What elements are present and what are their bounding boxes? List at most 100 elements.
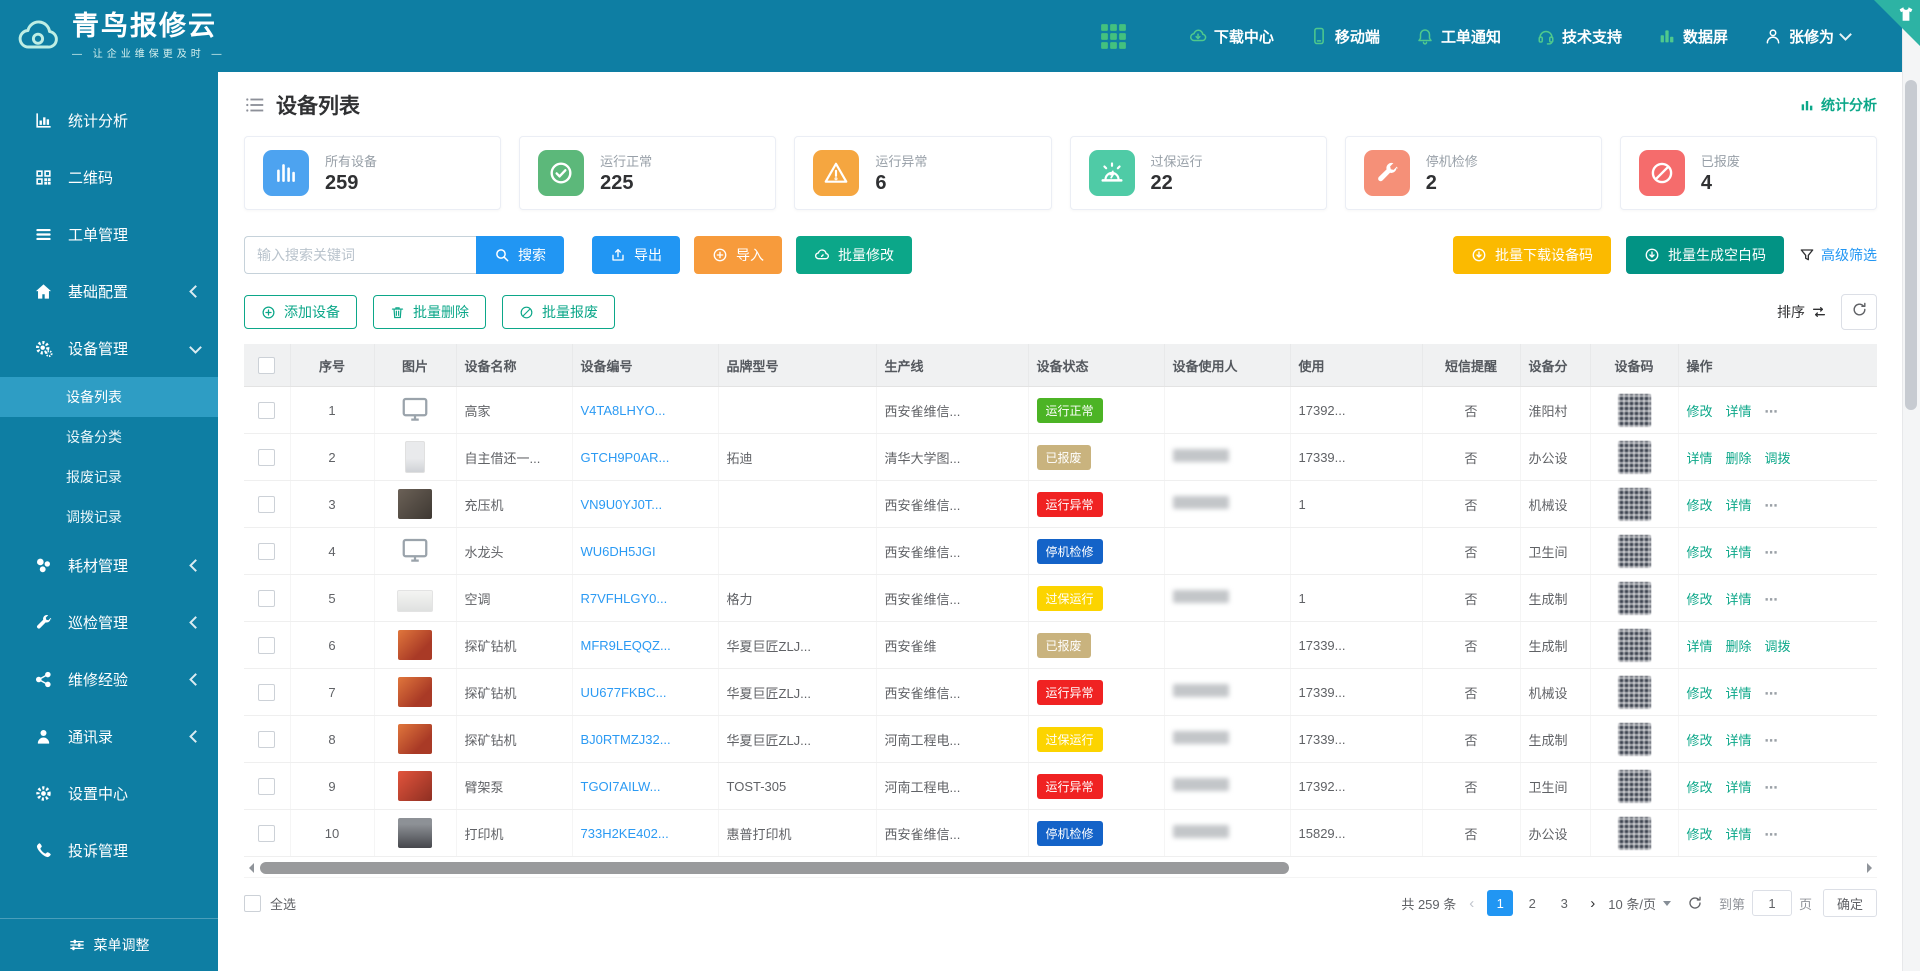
sidebar-item-repair-exp[interactable]: 维修经验 (0, 651, 218, 708)
sidebar-item-consumables[interactable]: 耗材管理 (0, 537, 218, 594)
page-scrollbar[interactable] (1902, 0, 1920, 971)
action-link[interactable]: 修改 (1687, 545, 1713, 560)
nav-item-work-order-notice[interactable]: 工单通知 (1416, 26, 1501, 47)
stat-card-all-devices[interactable]: 所有设备259 (244, 136, 501, 210)
page-scrollbar-thumb[interactable] (1905, 80, 1917, 410)
more-actions-button[interactable]: ⋯ (1765, 404, 1780, 419)
sidebar-item-stats[interactable]: 统计分析 (0, 92, 218, 149)
batch-generate-blank-codes-button[interactable]: 批量生成空白码 (1626, 236, 1784, 274)
row-checkbox[interactable] (258, 637, 275, 654)
action-link[interactable]: 删除 (1726, 451, 1752, 466)
qr-code-thumbnail[interactable] (1618, 582, 1651, 615)
stat-card-out-of-warranty[interactable]: 过保运行22 (1070, 136, 1327, 210)
action-link[interactable]: 详情 (1726, 404, 1752, 419)
device-code-link[interactable]: MFR9LEQQZ... (581, 638, 671, 653)
search-input[interactable] (244, 236, 476, 274)
action-link[interactable]: 详情 (1726, 733, 1752, 748)
row-checkbox[interactable] (258, 778, 275, 795)
action-link[interactable]: 修改 (1687, 498, 1713, 513)
action-link[interactable]: 修改 (1687, 592, 1713, 607)
action-link[interactable]: 调拨 (1765, 639, 1791, 654)
sidebar-item-device-mgmt[interactable]: 设备管理 (0, 320, 218, 377)
sidebar-item-complaints[interactable]: 投诉管理 (0, 822, 218, 879)
action-link[interactable]: 详情 (1726, 545, 1752, 560)
action-link[interactable]: 删除 (1726, 639, 1752, 654)
more-actions-button[interactable]: ⋯ (1765, 498, 1780, 513)
nav-item-tech-support[interactable]: 技术支持 (1537, 26, 1622, 47)
row-checkbox[interactable] (258, 825, 275, 842)
action-link[interactable]: 详情 (1687, 451, 1713, 466)
select-all-checkbox[interactable] (244, 895, 261, 912)
advanced-filter-link[interactable]: 高级筛选 (1799, 245, 1877, 265)
sidebar-subitem-scrap-records[interactable]: 报废记录 (0, 457, 218, 497)
action-link[interactable]: 调拨 (1765, 451, 1791, 466)
menu-adjust-button[interactable]: 菜单调整 (0, 918, 218, 971)
sort-button[interactable]: 排序 (1777, 302, 1827, 322)
page-jump-input[interactable] (1752, 890, 1792, 916)
action-link[interactable]: 修改 (1687, 780, 1713, 795)
stats-analysis-link[interactable]: 统计分析 (1799, 95, 1877, 115)
device-code-link[interactable]: R7VFHLGY0... (581, 591, 668, 606)
more-actions-button[interactable]: ⋯ (1765, 545, 1780, 560)
scroll-left-arrow-icon[interactable] (244, 863, 254, 873)
next-page-button[interactable]: › (1588, 895, 1597, 912)
sidebar-item-settings[interactable]: 设置中心 (0, 765, 218, 822)
device-code-link[interactable]: UU677FKBC... (581, 685, 667, 700)
row-checkbox[interactable] (258, 543, 275, 560)
stat-card-running-normal[interactable]: 运行正常225 (519, 136, 776, 210)
action-link[interactable]: 详情 (1726, 780, 1752, 795)
action-link[interactable]: 详情 (1687, 639, 1713, 654)
device-code-link[interactable]: WU6DH5JGI (581, 544, 656, 559)
sidebar-item-contacts[interactable]: 通讯录 (0, 708, 218, 765)
qr-code-thumbnail[interactable] (1618, 817, 1651, 850)
import-button[interactable]: 导入 (694, 236, 782, 274)
sidebar-subitem-device-category[interactable]: 设备分类 (0, 417, 218, 457)
batch-edit-button[interactable]: 批量修改 (796, 236, 912, 274)
action-link[interactable]: 修改 (1687, 404, 1713, 419)
qr-code-thumbnail[interactable] (1618, 394, 1651, 427)
app-logo[interactable]: 青鸟报修云 — 让企业维保更及时 — (0, 12, 296, 60)
add-device-button[interactable]: 添加设备 (244, 295, 357, 329)
action-link[interactable]: 修改 (1687, 686, 1713, 701)
qr-code-thumbnail[interactable] (1618, 770, 1651, 803)
action-link[interactable]: 详情 (1726, 827, 1752, 842)
more-actions-button[interactable]: ⋯ (1765, 686, 1780, 701)
refresh-pagination-button[interactable] (1682, 890, 1708, 916)
qr-code-thumbnail[interactable] (1618, 488, 1651, 521)
header-select-checkbox[interactable] (258, 357, 275, 374)
sidebar-item-inspection[interactable]: 巡检管理 (0, 594, 218, 651)
nav-item-mobile[interactable]: 移动端 (1310, 26, 1380, 47)
row-checkbox[interactable] (258, 590, 275, 607)
page-size-select[interactable]: 10 条/页 (1608, 894, 1671, 913)
sidebar-subitem-device-list[interactable]: 设备列表 (0, 377, 218, 417)
sidebar-item-base-config[interactable]: 基础配置 (0, 263, 218, 320)
qr-code-thumbnail[interactable] (1618, 629, 1651, 662)
row-checkbox[interactable] (258, 402, 275, 419)
page-button-1[interactable]: 1 (1487, 890, 1513, 916)
sidebar-subitem-transfer-records[interactable]: 调拨记录 (0, 497, 218, 537)
row-checkbox[interactable] (258, 496, 275, 513)
device-code-link[interactable]: TGOI7AILW... (581, 779, 661, 794)
device-code-link[interactable]: V4TA8LHYO... (581, 403, 666, 418)
batch-scrap-button[interactable]: 批量报废 (502, 295, 615, 329)
stat-card-running-abnormal[interactable]: 运行异常6 (794, 136, 1051, 210)
export-button[interactable]: 导出 (592, 236, 680, 274)
action-link[interactable]: 修改 (1687, 733, 1713, 748)
action-link[interactable]: 详情 (1726, 686, 1752, 701)
horizontal-scrollbar-thumb[interactable] (260, 862, 1289, 874)
more-actions-button[interactable]: ⋯ (1765, 592, 1780, 607)
device-code-link[interactable]: 733H2KE402... (581, 826, 669, 841)
more-actions-button[interactable]: ⋯ (1765, 780, 1780, 795)
stat-card-shutdown-maintenance[interactable]: 停机检修2 (1345, 136, 1602, 210)
confirm-jump-button[interactable]: 确定 (1823, 889, 1877, 917)
prev-page-button[interactable]: ‹ (1467, 895, 1476, 912)
action-link[interactable]: 修改 (1687, 827, 1713, 842)
more-actions-button[interactable]: ⋯ (1765, 733, 1780, 748)
apps-grid-icon[interactable] (1100, 23, 1127, 50)
more-actions-button[interactable]: ⋯ (1765, 827, 1780, 842)
qr-code-thumbnail[interactable] (1618, 723, 1651, 756)
qr-code-thumbnail[interactable] (1618, 676, 1651, 709)
device-code-link[interactable]: GTCH9P0AR... (581, 450, 670, 465)
sidebar-item-qrcode[interactable]: 二维码 (0, 149, 218, 206)
action-link[interactable]: 详情 (1726, 592, 1752, 607)
